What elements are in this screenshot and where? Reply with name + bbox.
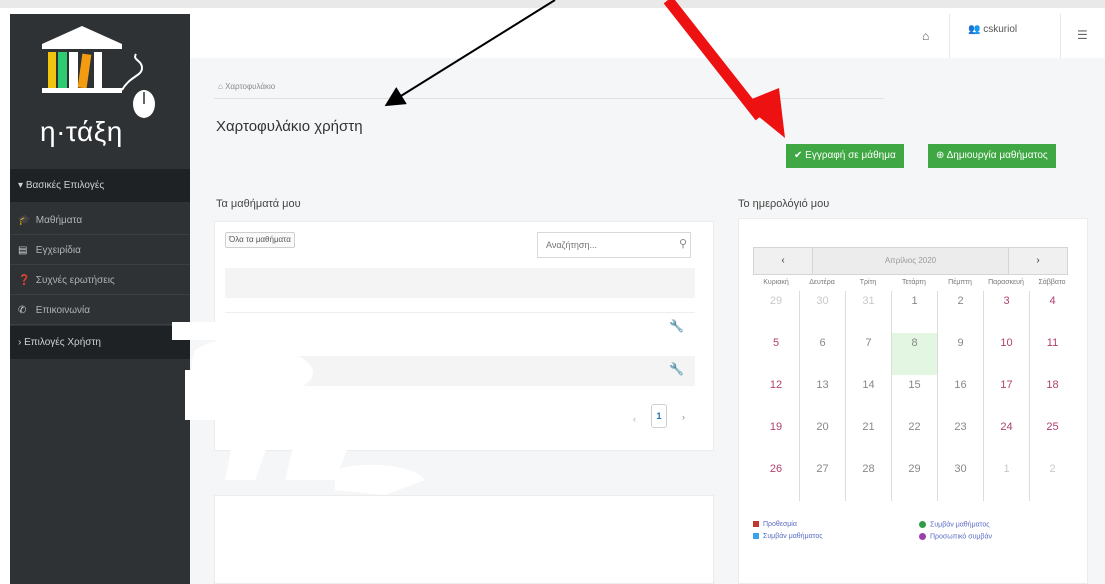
annotation-overlay bbox=[384, 0, 785, 138]
app-window: η·τάξη ▾ Βασικές Επιλογές 🎓 Μαθήματα ▤ Ε… bbox=[0, 0, 1105, 584]
red-arrow-shaft bbox=[663, 0, 765, 121]
black-arrow bbox=[384, 0, 556, 107]
